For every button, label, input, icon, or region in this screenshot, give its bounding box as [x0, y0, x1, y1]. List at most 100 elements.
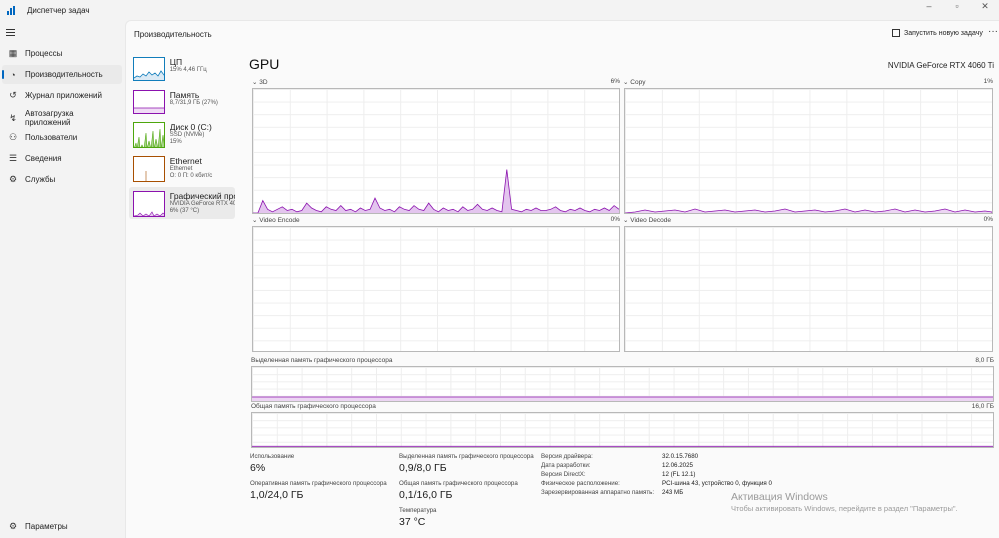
- sidebar-item-details[interactable]: ☰ Сведения: [2, 149, 122, 168]
- sidebar-item-label: Процессы: [25, 49, 63, 58]
- main-content: Производительность Запустить новую задач…: [125, 20, 999, 538]
- sidebar-item-startup[interactable]: ↯ Автозагрузка приложений: [2, 107, 122, 129]
- sidebar-item-label: Параметры: [25, 522, 68, 531]
- engine-3d-graph: [252, 88, 620, 214]
- sidebar-item-app-history[interactable]: ↺ Журнал приложений: [2, 86, 122, 105]
- gpu-ram-value: 1,0/24,0 ГБ: [250, 489, 304, 501]
- dedicated-memory-label: Выделенная память графического процессор…: [251, 357, 393, 364]
- driver-version-label: Версия драйвера:: [541, 453, 593, 460]
- driver-date-label: Дата разработки:: [541, 462, 591, 469]
- shared-memory-stat-label: Общая память графического процессора: [399, 480, 518, 487]
- gpu-model: NVIDIA GeForce RTX 4060 Ti: [887, 61, 994, 70]
- device-item-gpu[interactable]: Графический проц NVIDIA GeForce RTX 4060…: [129, 187, 235, 219]
- device-name: Память: [169, 90, 200, 100]
- window-title: Диспетчер задач: [27, 5, 90, 15]
- device-detail: Ethernet: [169, 166, 193, 172]
- device-detail: 15%: [169, 139, 182, 145]
- engine-video-encode-pct: 0%: [610, 216, 620, 223]
- users-icon: ⚇: [8, 132, 18, 142]
- minimize-button[interactable]: –: [915, 0, 943, 12]
- device-name: ЦП: [169, 57, 183, 67]
- sidebar: ▦ Процессы ◔ Производительность ↺ Журнал…: [0, 20, 125, 538]
- engine-copy-chart: [625, 208, 992, 213]
- reserved-memory-label: Зарезервированная аппаратно память:: [541, 489, 655, 496]
- sidebar-item-label: Пользователи: [25, 133, 78, 142]
- processes-icon: ▦: [8, 48, 18, 58]
- hamburger-icon[interactable]: [6, 29, 15, 37]
- engine-video-decode-pct: 0%: [983, 216, 993, 223]
- sidebar-item-users[interactable]: ⚇ Пользователи: [2, 128, 122, 147]
- run-task-label: Запустить новую задачу: [904, 29, 983, 37]
- device-detail: 6% (37 °C): [169, 208, 200, 214]
- maximize-button[interactable]: ▫: [943, 0, 971, 12]
- device-item-cpu[interactable]: ЦП 15% 4,46 ГГц: [129, 53, 235, 84]
- run-new-task-button[interactable]: Запустить новую задачу: [892, 29, 983, 37]
- temperature-label: Температура: [399, 507, 437, 514]
- usage-value: 6%: [250, 462, 266, 474]
- sidebar-item-label: Производительность: [25, 70, 103, 79]
- more-options-button[interactable]: ···: [988, 26, 998, 37]
- directx-version-value: 12 (FL 12.1): [662, 471, 696, 478]
- engine-video-decode-label[interactable]: ⌄ Video Decode: [623, 216, 671, 224]
- activation-watermark-title: Активация Windows: [731, 491, 828, 503]
- sidebar-item-label: Службы: [25, 175, 56, 184]
- engine-video-encode-label[interactable]: ⌄ Video Encode: [252, 216, 300, 224]
- device-name: Ethernet: [169, 156, 202, 166]
- sidebar-item-label: Автозагрузка приложений: [25, 109, 74, 127]
- physical-location-value: PCI-шина 43, устройство 0, функция 0: [662, 480, 772, 487]
- title-bar: Диспетчер задач – ▫ ✕: [0, 0, 999, 20]
- memory-thumbnail: [133, 90, 165, 114]
- sidebar-item-processes[interactable]: ▦ Процессы: [2, 44, 122, 63]
- gear-icon: ⚙: [8, 521, 18, 531]
- run-task-icon: [892, 29, 900, 37]
- shared-memory-label: Общая память графического процессора: [251, 403, 376, 410]
- device-name: Диск 0 (C:): [169, 122, 212, 132]
- dedicated-memory-max: 8,0 ГБ: [975, 357, 994, 364]
- usage-label: Использование: [250, 453, 295, 460]
- gpu-title: GPU: [249, 56, 280, 72]
- shared-memory-stat-value: 0,1/16,0 ГБ: [399, 489, 453, 501]
- driver-date-value: 12.06.2025: [662, 462, 693, 469]
- close-button[interactable]: ✕: [971, 0, 999, 12]
- shared-memory-graph: [251, 412, 994, 448]
- engine-3d-label[interactable]: ⌄ 3D: [252, 78, 268, 86]
- gpu-thumbnail: [133, 191, 165, 217]
- directx-version-label: Версия DirectX:: [541, 471, 586, 478]
- activation-watermark-text: Чтобы активировать Windows, перейдите в …: [731, 504, 958, 513]
- sidebar-item-performance[interactable]: ◔ Производительность: [2, 65, 122, 84]
- ethernet-thumbnail: [133, 156, 165, 182]
- device-detail: 15% 4,46 ГГц: [169, 67, 207, 73]
- dedicated-memory-chart: [252, 396, 993, 401]
- dedicated-memory-graph: [251, 366, 994, 402]
- engine-video-decode-graph: [624, 226, 993, 352]
- engine-copy-label[interactable]: ⌄ Copy: [623, 78, 645, 86]
- task-manager-logo-icon: [7, 5, 17, 15]
- engine-copy-graph: [624, 88, 993, 214]
- engine-copy-pct: 1%: [983, 78, 993, 85]
- shared-memory-chart: [252, 445, 993, 447]
- disk-thumbnail: [133, 122, 165, 148]
- physical-location-label: Физическое расположение:: [541, 480, 620, 487]
- engine-3d-area: [253, 169, 619, 213]
- engine-video-encode-graph: [252, 226, 620, 352]
- shared-memory-max: 16,0 ГБ: [971, 403, 994, 410]
- sidebar-item-label: Журнал приложений: [25, 91, 102, 100]
- sidebar-item-services[interactable]: ⚙ Службы: [2, 170, 122, 189]
- sidebar-item-settings[interactable]: ⚙ Параметры: [2, 517, 122, 536]
- cpu-thumbnail: [133, 57, 165, 81]
- reserved-memory-value: 243 МБ: [662, 489, 684, 496]
- performance-icon: ◔: [10, 69, 16, 80]
- temperature-value: 37 °C: [399, 516, 426, 528]
- device-item-memory[interactable]: Память 8,7/31,9 ГБ (27%): [129, 86, 235, 117]
- startup-icon: ↯: [9, 112, 17, 123]
- dedicated-memory-stat-label: Выделенная память графического процессор…: [399, 453, 534, 460]
- app-history-icon: ↺: [9, 90, 17, 100]
- details-icon: ☰: [8, 153, 18, 163]
- device-item-ethernet[interactable]: Ethernet Ethernet О: 0 П: 0 кбит/с: [129, 152, 235, 186]
- device-detail: NVIDIA GeForce RTX 4060 Ti: [169, 201, 235, 207]
- dedicated-memory-stat-value: 0,9/8,0 ГБ: [399, 462, 447, 474]
- device-item-disk[interactable]: Диск 0 (C:) SSD (NVMe) 15%: [129, 118, 235, 152]
- page-title: Производительность: [134, 30, 212, 39]
- engine-3d-pct: 6%: [610, 78, 620, 85]
- sidebar-item-label: Сведения: [25, 154, 62, 163]
